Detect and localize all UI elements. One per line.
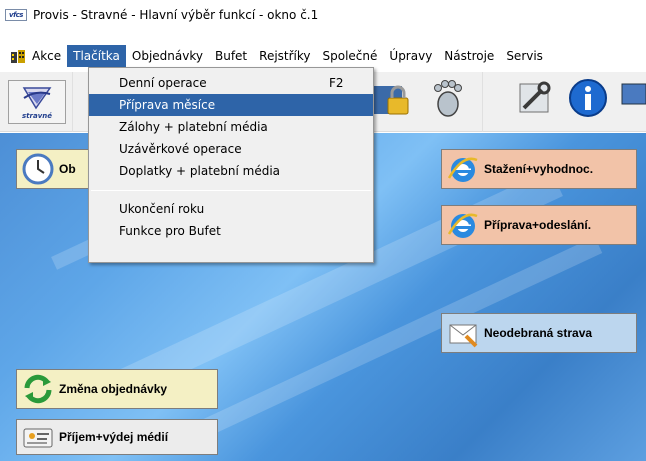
- menu-upravy[interactable]: Úpravy: [383, 45, 438, 67]
- toolbar-separator: [72, 72, 73, 132]
- menu-item-zalohy-platebni-media[interactable]: Zálohy + platební média: [89, 116, 373, 138]
- menu-bufet[interactable]: Bufet: [209, 45, 253, 67]
- menu-objednavky[interactable]: Objednávky: [126, 45, 209, 67]
- menu-item-label: Zálohy + platební média: [119, 120, 268, 134]
- menu-servis[interactable]: Servis: [500, 45, 549, 67]
- tlacitka-dropdown-menu: Denní operace F2 Příprava měsíce Zálohy …: [88, 67, 374, 263]
- window-title: Provis - Stravné - Hlavní výběr funkcí -…: [33, 8, 319, 22]
- stravne-caption: stravné: [22, 112, 52, 120]
- akce-icon: [11, 49, 25, 63]
- lock-folder-icon[interactable]: [370, 76, 414, 120]
- stravne-logo-icon: [22, 87, 52, 110]
- menu-item-funkce-pro-bufet[interactable]: Funkce pro Bufet: [89, 220, 373, 242]
- zmena-objednavky-button[interactable]: Změna objednávky: [16, 369, 218, 409]
- stravne-toolbar-button[interactable]: stravné: [8, 80, 66, 124]
- menu-item-denni-operace[interactable]: Denní operace F2: [89, 72, 373, 94]
- id-card-icon: [23, 428, 53, 448]
- refresh-arrows-icon: [24, 374, 52, 404]
- clock-icon: [22, 153, 54, 185]
- menu-item-ukonceni-roku[interactable]: Ukončení roku: [89, 198, 373, 220]
- info-icon[interactable]: [566, 76, 610, 120]
- neodebrana-strava-button[interactable]: Neodebraná strava: [441, 313, 637, 353]
- zmena-objednavky-label: Změna objednávky: [59, 382, 168, 396]
- menu-separator: [91, 190, 371, 191]
- app-logo-icon: vfcs: [5, 9, 27, 21]
- menu-tlacitka[interactable]: Tlačítka: [67, 45, 126, 67]
- computers-icon[interactable]: [620, 76, 646, 120]
- menu-spolecne[interactable]: Společné: [317, 45, 384, 67]
- menu-rejstriky[interactable]: Rejstříky: [253, 45, 316, 67]
- menu-item-uzaverkove-operace[interactable]: Uzávěrkové operace: [89, 138, 373, 160]
- menu-item-label: Doplatky + platební média: [119, 164, 281, 178]
- settings-tool-icon[interactable]: [512, 76, 556, 120]
- stazeni-vyhodnoc-button[interactable]: Stažení+vyhodnoc.: [441, 149, 637, 189]
- menu-item-label: Denní operace: [119, 76, 207, 90]
- toolbar-separator: [482, 72, 483, 132]
- internet-explorer-icon: [447, 213, 478, 238]
- prijem-vydej-medii-label: Příjem+výdej médií: [59, 430, 169, 444]
- menu-item-label: Příprava měsíce: [119, 98, 216, 112]
- menu-item-label: Ukončení roku: [119, 202, 205, 216]
- priprava-odeslani-button[interactable]: Příprava+odeslání.: [441, 205, 637, 245]
- footprint-icon[interactable]: [424, 76, 468, 120]
- menu-item-label: Funkce pro Bufet: [119, 224, 221, 238]
- priprava-odeslani-label: Příprava+odeslání.: [484, 218, 592, 232]
- menu-item-doplatky-platebni-media[interactable]: Doplatky + platební média: [89, 160, 373, 182]
- menu-item-shortcut: F2: [329, 76, 344, 90]
- prijem-vydej-medii-button[interactable]: Příjem+výdej médií: [16, 419, 218, 455]
- objednavky-panel-label: Ob: [59, 162, 76, 176]
- menu-item-priprava-mesice[interactable]: Příprava měsíce: [89, 94, 373, 116]
- menu-item-label: Uzávěrkové operace: [119, 142, 242, 156]
- menu-bar: Akce Tlačítka Objednávky Bufet Rejstříky…: [0, 45, 646, 67]
- stazeni-vyhodnoc-label: Stažení+vyhodnoc.: [484, 162, 594, 176]
- menu-nastroje[interactable]: Nástroje: [438, 45, 500, 67]
- neodebrana-strava-label: Neodebraná strava: [484, 326, 593, 340]
- menu-akce[interactable]: Akce: [30, 45, 67, 67]
- internet-explorer-icon: [447, 157, 478, 182]
- envelope-icon: [449, 324, 478, 348]
- title-bar: vfcs Provis - Stravné - Hlavní výběr fun…: [0, 0, 646, 30]
